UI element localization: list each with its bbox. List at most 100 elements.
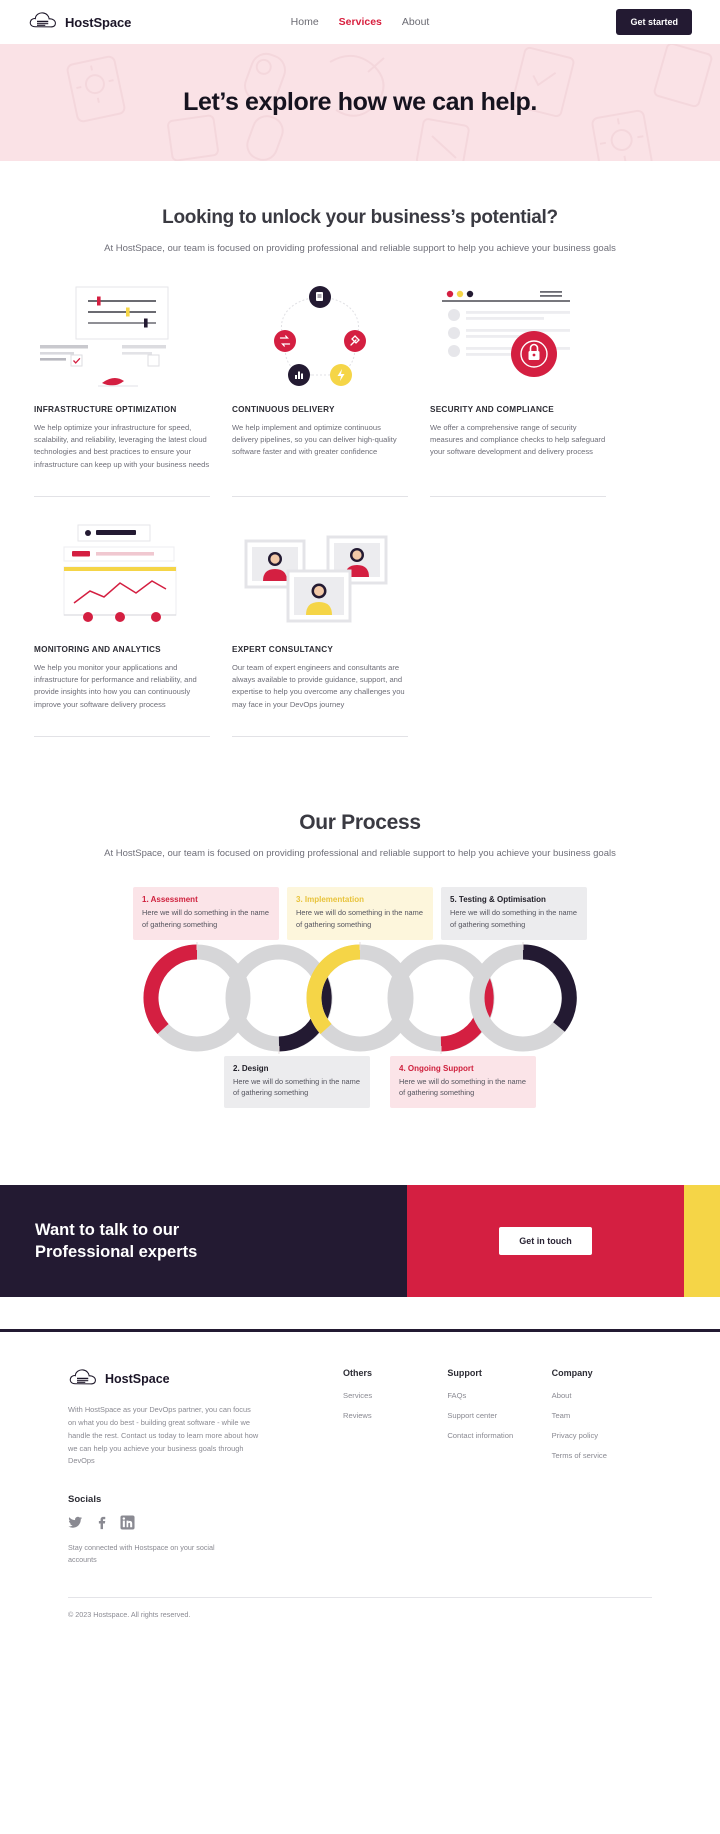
intro-title: Looking to unlock your business’s potent… [162,207,558,228]
main-nav: Home Services About [291,16,430,28]
footer-bottom-bar: © 2023 Hostspace. All rights reserved. [68,1596,652,1635]
process-title: Our Process [299,810,421,834]
service-description: Our team of expert engineers and consult… [232,662,405,709]
footer-link[interactable]: Reviews [343,1411,443,1420]
services-row-2: MONITORING AND ANALYTICS We help you mon… [34,519,686,737]
footer-link[interactable]: Privacy policy [552,1431,652,1440]
service-card-continuous-delivery[interactable]: CONTINUOUS DELIVERY We help implement an… [232,279,408,497]
footer-socials-note: Stay connected with Hostspace on your so… [68,1543,215,1565]
page-root: HostSpace Home Services About Get starte… [0,0,720,1635]
process-step-5: 5. Testing & Optimisation Here we will d… [441,887,587,940]
service-description: We help you monitor your applications an… [34,662,197,709]
nav-item-about[interactable]: About [402,16,429,28]
intro-section: Looking to unlock your business’s potent… [0,161,720,257]
footer-brand-column: HostSpace With HostSpace as your DevOps … [68,1368,303,1566]
process-steps-bottom: 2. Design Here we will do something in t… [80,1055,640,1108]
hero-section: Let’s explore how we can help. [0,44,720,161]
service-description: We offer a comprehensive range of securi… [430,422,606,457]
pipeline-cycle-illustration [232,279,408,401]
service-description: We help implement and optimize continuou… [232,422,397,457]
facebook-icon[interactable] [94,1515,109,1530]
process-step-label: 5. Testing & Optimisation [450,895,546,905]
footer-brand[interactable]: HostSpace [68,1368,303,1390]
service-divider [430,495,606,497]
cta-banner-line2: Professional experts [35,1243,198,1262]
process-step-2: 2. Design Here we will do something in t… [224,1055,370,1108]
footer-column-others: Others Services Reviews [343,1368,443,1566]
intro-subtitle: At HostSpace, our team is focused on pro… [104,243,616,254]
service-title: MONITORING AND ANALYTICS [34,644,161,654]
service-divider [232,495,408,497]
sliders-settings-illustration [34,279,210,401]
service-title: INFRASTRUCTURE OPTIMIZATION [34,404,177,414]
footer-column-heading: Company [551,1368,593,1379]
service-card-monitoring-and-analytics[interactable]: MONITORING AND ANALYTICS We help you mon… [34,519,210,737]
service-description: We help optimize your infrastructure for… [34,422,210,469]
process-step-label: 2. Design [233,1063,269,1073]
service-card-expert-consultancy[interactable]: EXPERT CONSULTANCY Our team of expert en… [232,519,408,737]
services-row-1: INFRASTRUCTURE OPTIMIZATION We help opti… [34,279,686,497]
brand[interactable]: HostSpace [28,11,131,33]
process-step-3: 3. Implementation Here we will do someth… [287,887,433,940]
process-step-label: 4. Ongoing Support [399,1063,474,1073]
cloud-server-icon [68,1368,98,1390]
linkedin-icon[interactable] [120,1515,135,1530]
site-footer: HostSpace With HostSpace as your DevOps … [0,1332,720,1566]
process-step-1: 1. Assessment Here we will do something … [133,887,279,940]
footer-column-heading: Others [343,1368,373,1379]
footer-column-support: Support FAQs Support center Contact info… [447,1368,547,1566]
footer-socials [68,1515,303,1530]
nav-item-home[interactable]: Home [291,16,319,28]
footer-link[interactable]: About [552,1391,652,1400]
cta-banner-heading: Want to talk to our Professional experts [35,1219,197,1264]
services-section: INFRASTRUCTURE OPTIMIZATION We help opti… [0,257,720,737]
team-avatars-illustration [232,519,408,641]
brand-name: HostSpace [65,14,132,30]
cta-banner-line1: Want to talk to our [35,1221,180,1240]
analytics-chart-illustration [34,519,210,641]
service-card-infrastructure-optimization[interactable]: INFRASTRUCTURE OPTIMIZATION We help opti… [34,279,210,497]
footer-socials-heading: Socials [68,1494,102,1506]
site-header: HostSpace Home Services About Get starte… [0,0,720,44]
process-rings [80,941,640,1054]
process-section: Our Process At HostSpace, our team is fo… [0,737,720,1118]
get-started-button[interactable]: Get started [616,9,692,35]
browser-lock-illustration [430,279,606,401]
process-diagram: 1. Assessment Here we will do something … [80,887,640,1117]
footer-link[interactable]: Team [552,1411,652,1420]
footer-link[interactable]: Services [343,1391,443,1400]
service-title: EXPERT CONSULTANCY [232,644,334,654]
cloud-server-icon [28,11,58,33]
cta-banner: Want to talk to our Professional experts… [0,1185,720,1298]
service-card-empty [430,519,606,737]
process-step-text: Here we will do something in the name of… [233,1076,360,1097]
copyright-text: © 2023 Hostspace. All rights reserved. [68,1609,191,1619]
process-step-label: 1. Assessment [142,895,198,905]
process-step-text: Here we will do something in the name of… [399,1076,526,1097]
footer-column-heading: Support [447,1368,482,1379]
footer-link[interactable]: Support center [447,1411,547,1420]
cta-banner-accent-stripe [684,1185,720,1298]
process-step-text: Here we will do something in the name of… [450,908,577,929]
process-step-4: 4. Ongoing Support Here we will do somet… [390,1055,536,1108]
footer-blurb: With HostSpace as your DevOps partner, y… [68,1405,259,1466]
footer-brand-name: HostSpace [105,1372,170,1387]
process-step-label: 3. Implementation [296,895,365,905]
nav-item-services[interactable]: Services [339,16,382,28]
cta-banner-text-area: Want to talk to our Professional experts [0,1185,407,1298]
service-divider [34,735,210,737]
footer-link[interactable]: Contact information [447,1431,547,1440]
twitter-icon[interactable] [68,1515,83,1530]
cta-banner-button-area: Get in touch [407,1185,684,1298]
service-divider [232,735,408,737]
process-step-text: Here we will do something in the name of… [296,908,423,929]
footer-link[interactable]: FAQs [447,1391,547,1400]
footer-link-columns: Others Services Reviews Support FAQs Sup… [303,1368,652,1566]
footer-column-company: Company About Team Privacy policy Terms … [552,1368,652,1566]
hero-title: Let’s explore how we can help. [183,88,537,116]
footer-link[interactable]: Terms of service [552,1451,652,1460]
service-divider [34,495,210,497]
get-in-touch-button[interactable]: Get in touch [499,1227,592,1256]
service-card-security-and-compliance[interactable]: SECURITY AND COMPLIANCE We offer a compr… [430,279,606,497]
process-step-text: Here we will do something in the name of… [142,908,269,929]
